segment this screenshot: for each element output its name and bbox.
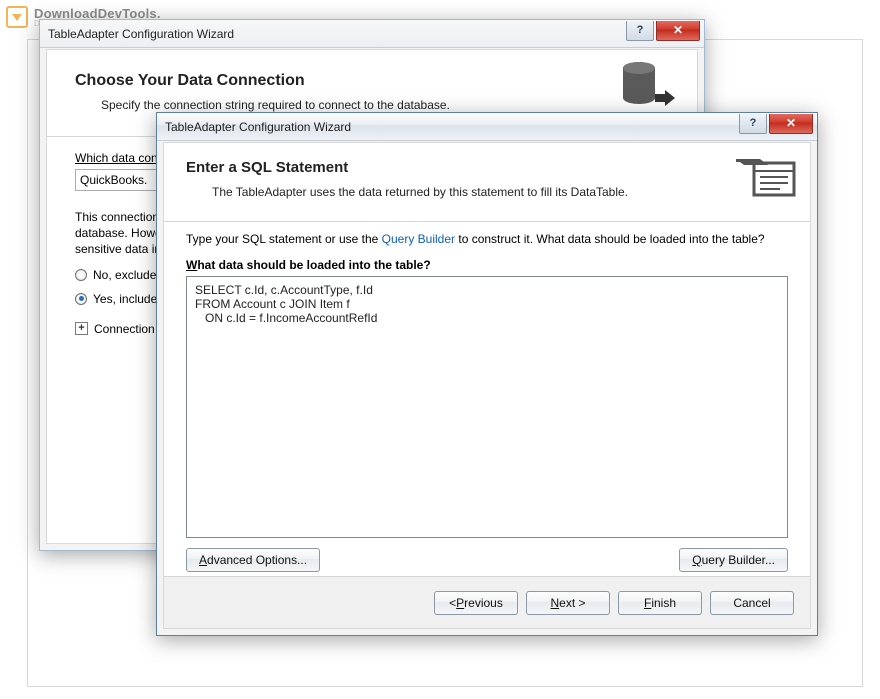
query-builder-button[interactable]: Query Builder... [679, 548, 788, 572]
close-icon: ✕ [786, 116, 796, 130]
back-window-title: TableAdapter Configuration Wizard [48, 27, 626, 41]
help-button[interactable]: ? [626, 21, 654, 41]
help-icon: ? [750, 117, 757, 129]
database-icon [619, 60, 679, 113]
sql-textarea[interactable]: SELECT c.Id, c.AccountType, f.Id FROM Ac… [186, 276, 788, 538]
table-arrow-icon [736, 153, 796, 202]
finish-button[interactable]: Finish [618, 591, 702, 615]
radio-exclude-label: No, exclude s [93, 268, 166, 282]
page-title: Choose Your Data Connection [75, 72, 669, 90]
expander-label: Connection [94, 322, 155, 336]
instruction-text: Type your SQL statement or use the Query… [186, 232, 788, 246]
connection-value: QuickBooks. [80, 173, 147, 187]
front-titlebar[interactable]: TableAdapter Configuration Wizard ? ✕ [157, 113, 817, 141]
plus-icon: + [75, 322, 88, 335]
front-window: TableAdapter Configuration Wizard ? ✕ En… [156, 112, 818, 636]
previous-button[interactable]: < Previous [434, 591, 518, 615]
page-subtitle: The TableAdapter uses the data returned … [212, 185, 788, 199]
advanced-options-button[interactable]: Advanced Options... [186, 548, 320, 572]
close-button[interactable]: ✕ [656, 21, 700, 41]
front-window-title: TableAdapter Configuration Wizard [165, 120, 739, 134]
radio-icon [75, 269, 87, 281]
sql-label: What data should be loaded into the tabl… [186, 258, 788, 272]
front-window-body: Enter a SQL Statement The TableAdapter u… [163, 142, 811, 629]
download-icon [6, 6, 28, 28]
page-subtitle: Specify the connection string required t… [101, 98, 669, 112]
next-button[interactable]: Next > [526, 591, 610, 615]
query-builder-link[interactable]: Query Builder [382, 232, 455, 246]
help-icon: ? [637, 24, 644, 36]
back-titlebar[interactable]: TableAdapter Configuration Wizard ? ✕ [40, 20, 704, 48]
close-icon: ✕ [673, 23, 683, 37]
help-button[interactable]: ? [739, 114, 767, 134]
cancel-button[interactable]: Cancel [710, 591, 794, 615]
close-button[interactable]: ✕ [769, 114, 813, 134]
wizard-footer: < Previous Next > Finish Cancel [164, 576, 810, 628]
radio-icon [75, 293, 87, 305]
page-title: Enter a SQL Statement [186, 159, 788, 176]
